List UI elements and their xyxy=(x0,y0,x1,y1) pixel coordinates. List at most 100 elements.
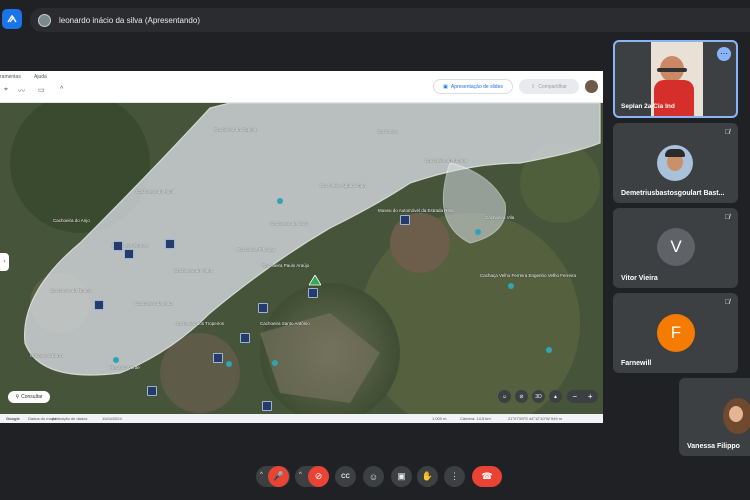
mic-off-icon: 🎙̸ xyxy=(724,214,730,221)
participant-name: Vanessa Filippo xyxy=(687,443,740,450)
place-pin-icon[interactable] xyxy=(475,229,481,235)
zoom-out-icon[interactable]: − xyxy=(572,392,577,401)
waterfall-marker-icon[interactable] xyxy=(262,401,272,411)
3d-toggle-button[interactable]: 3D xyxy=(532,390,545,403)
participant-avatar: V xyxy=(657,228,695,266)
slideshow-icon: ▣ xyxy=(443,83,448,90)
pin-icon[interactable]: ⌖ xyxy=(4,86,8,94)
place-pin-icon[interactable] xyxy=(546,347,552,353)
compass-icon[interactable]: ⊘ xyxy=(515,390,528,403)
place-pin-icon[interactable] xyxy=(113,357,119,363)
chevron-up-icon[interactable]: ^ xyxy=(299,472,302,478)
place-pin-icon[interactable] xyxy=(277,198,283,204)
waterfall-marker-icon[interactable] xyxy=(213,353,223,363)
participant-tile-active[interactable]: ⋯ Seplan 2a Cia Ind xyxy=(613,40,738,118)
consult-button[interactable]: ⚲ Consultar xyxy=(8,391,50,403)
map-imagery xyxy=(0,103,603,414)
map-label: Cachoeira Paulo Araújo xyxy=(262,263,310,268)
map-label: Cachoeira do Amaral xyxy=(425,158,468,163)
attribution-link[interactable]: Atribuição de dados xyxy=(52,416,87,421)
mic-off-icon: 🎙̸ xyxy=(724,299,730,306)
ruler-icon[interactable]: ▭ xyxy=(38,86,45,94)
presenter-avatar xyxy=(38,13,51,27)
participant-avatar xyxy=(657,145,693,181)
camera-off-icon[interactable]: ⊘ xyxy=(308,466,329,487)
meeting-controls: ^ 🎤 ^ ⊘ CC ☺ ▣ ✋ ⋮ ☎ xyxy=(0,464,750,490)
participant-tile[interactable]: Vanessa Filippo xyxy=(679,378,750,456)
participant-avatar xyxy=(723,398,750,434)
place-pin-icon[interactable] xyxy=(272,360,278,366)
mic-off-icon[interactable]: 🎤 xyxy=(268,466,289,487)
share-button[interactable]: ⇪ Compartilhar xyxy=(519,79,579,94)
panel-toggle-icon[interactable]: ‹ xyxy=(0,253,9,271)
map-label: Cachoeira do Anjo xyxy=(53,218,90,223)
scale-bar: 1.000 m xyxy=(432,416,447,421)
slideshow-button[interactable]: ▣ Apresentação de slides xyxy=(433,79,513,94)
participant-name: Demetriusbastosgoulart Bast... xyxy=(621,190,725,197)
menu-item-tools[interactable]: ramentas xyxy=(0,74,21,80)
participant-tile[interactable]: 🎙̸ F Farnewill xyxy=(613,293,738,373)
participant-avatar: F xyxy=(657,314,695,352)
slideshow-label: Apresentação de slides xyxy=(450,83,503,90)
participant-tile[interactable]: 🎙̸ Demetriusbastosgoulart Bast... xyxy=(613,123,738,203)
north-icon[interactable]: ▲ xyxy=(549,390,562,403)
share-icon: ⇪ xyxy=(531,83,536,90)
user-avatar[interactable] xyxy=(585,80,598,93)
waterfall-marker-icon[interactable] xyxy=(147,386,157,396)
top-bar: leonardo inácio da silva (Apresentando) xyxy=(0,0,750,40)
waterfall-marker-icon[interactable] xyxy=(258,303,268,313)
person-icon[interactable]: ☺ xyxy=(498,390,511,403)
shared-screen: ramentas Ajuda ⌖ 〰 ▭ ^ ▣ Apresentação de… xyxy=(0,71,603,423)
camera-altitude: Câmera: 14.5 km xyxy=(460,416,491,421)
place-pin-icon[interactable] xyxy=(226,361,232,367)
waterfall-marker-icon[interactable] xyxy=(124,249,134,259)
participant-name: Vitor Vieira xyxy=(621,275,658,282)
selected-placemark-icon[interactable] xyxy=(309,275,321,287)
more-options-icon[interactable]: ⋯ xyxy=(717,47,731,61)
map-label: Cachoeira xyxy=(377,129,398,134)
participant-name: Seplan 2a Cia Ind xyxy=(621,103,675,110)
presenter-name: leonardo inácio da silva (Apresentando) xyxy=(59,15,200,25)
more-options-icon[interactable]: ⋮ xyxy=(444,466,465,487)
chevron-up-icon[interactable]: ^ xyxy=(60,86,63,93)
map-label: Cachoeira Santo Antônio xyxy=(260,321,310,326)
hang-up-icon[interactable]: ☎ xyxy=(472,466,502,487)
map-label: Cachoeira de Ouro xyxy=(270,221,309,226)
presenter-banner: leonardo inácio da silva (Apresentando) xyxy=(30,8,750,32)
map-label: Recanto Verde xyxy=(110,365,140,370)
presentation-icon[interactable] xyxy=(2,9,22,29)
satellite-map[interactable]: Cachoeira da Capela Cachoeira Cachoeira … xyxy=(0,103,603,414)
chevron-up-icon[interactable]: ^ xyxy=(260,472,263,478)
map-label: Cachoeira da Mata xyxy=(135,301,174,306)
waterfall-marker-icon[interactable] xyxy=(94,300,104,310)
captions-icon[interactable]: CC xyxy=(335,466,356,487)
zoom-in-icon[interactable]: + xyxy=(588,392,593,401)
waterfall-marker-icon[interactable] xyxy=(113,241,123,251)
place-pin-icon[interactable] xyxy=(508,283,514,289)
map-label: Cachoeira do Ronco xyxy=(50,288,92,293)
path-icon[interactable]: 〰 xyxy=(18,86,25,96)
map-label: Cachoeira do Mato xyxy=(174,268,213,273)
waterfall-marker-icon[interactable] xyxy=(165,239,175,249)
participant-tile[interactable]: 🎙̸ V Vitor Vieira xyxy=(613,208,738,288)
participant-name: Farnewill xyxy=(621,360,652,367)
app-toolbar: ramentas Ajuda ⌖ 〰 ▭ ^ ▣ Apresentação de… xyxy=(0,71,603,103)
waterfall-marker-icon[interactable] xyxy=(400,215,410,225)
map-label: Cachoeira do Funil xyxy=(136,189,174,194)
present-icon[interactable]: ▣ xyxy=(391,466,412,487)
raise-hand-icon[interactable]: ✋ xyxy=(417,466,438,487)
map-footer: Google Dados do mapa Atribuição de dados… xyxy=(0,414,603,423)
mic-off-icon: 🎙̸ xyxy=(724,129,730,136)
map-label: Cachoeira Vila xyxy=(485,215,515,220)
cursor-coordinates: 21°07'59"S 44°12'10"W 949 m xyxy=(508,416,563,421)
menu-item-help[interactable]: Ajuda xyxy=(34,74,47,80)
map-label: Cachoeira Pitangui xyxy=(237,247,276,252)
waterfall-marker-icon[interactable] xyxy=(240,333,250,343)
share-label: Compartilhar xyxy=(538,83,567,90)
zoom-control[interactable]: − + xyxy=(567,390,598,403)
map-label: Cachoeira Água Limpa xyxy=(320,183,366,188)
map-label: Museu do Automóvel da Estrada Real xyxy=(378,208,454,213)
emoji-icon[interactable]: ☺ xyxy=(363,466,384,487)
map-label: Cachoeira dos Tropeiros xyxy=(175,321,225,326)
waterfall-marker-icon[interactable] xyxy=(308,288,318,298)
